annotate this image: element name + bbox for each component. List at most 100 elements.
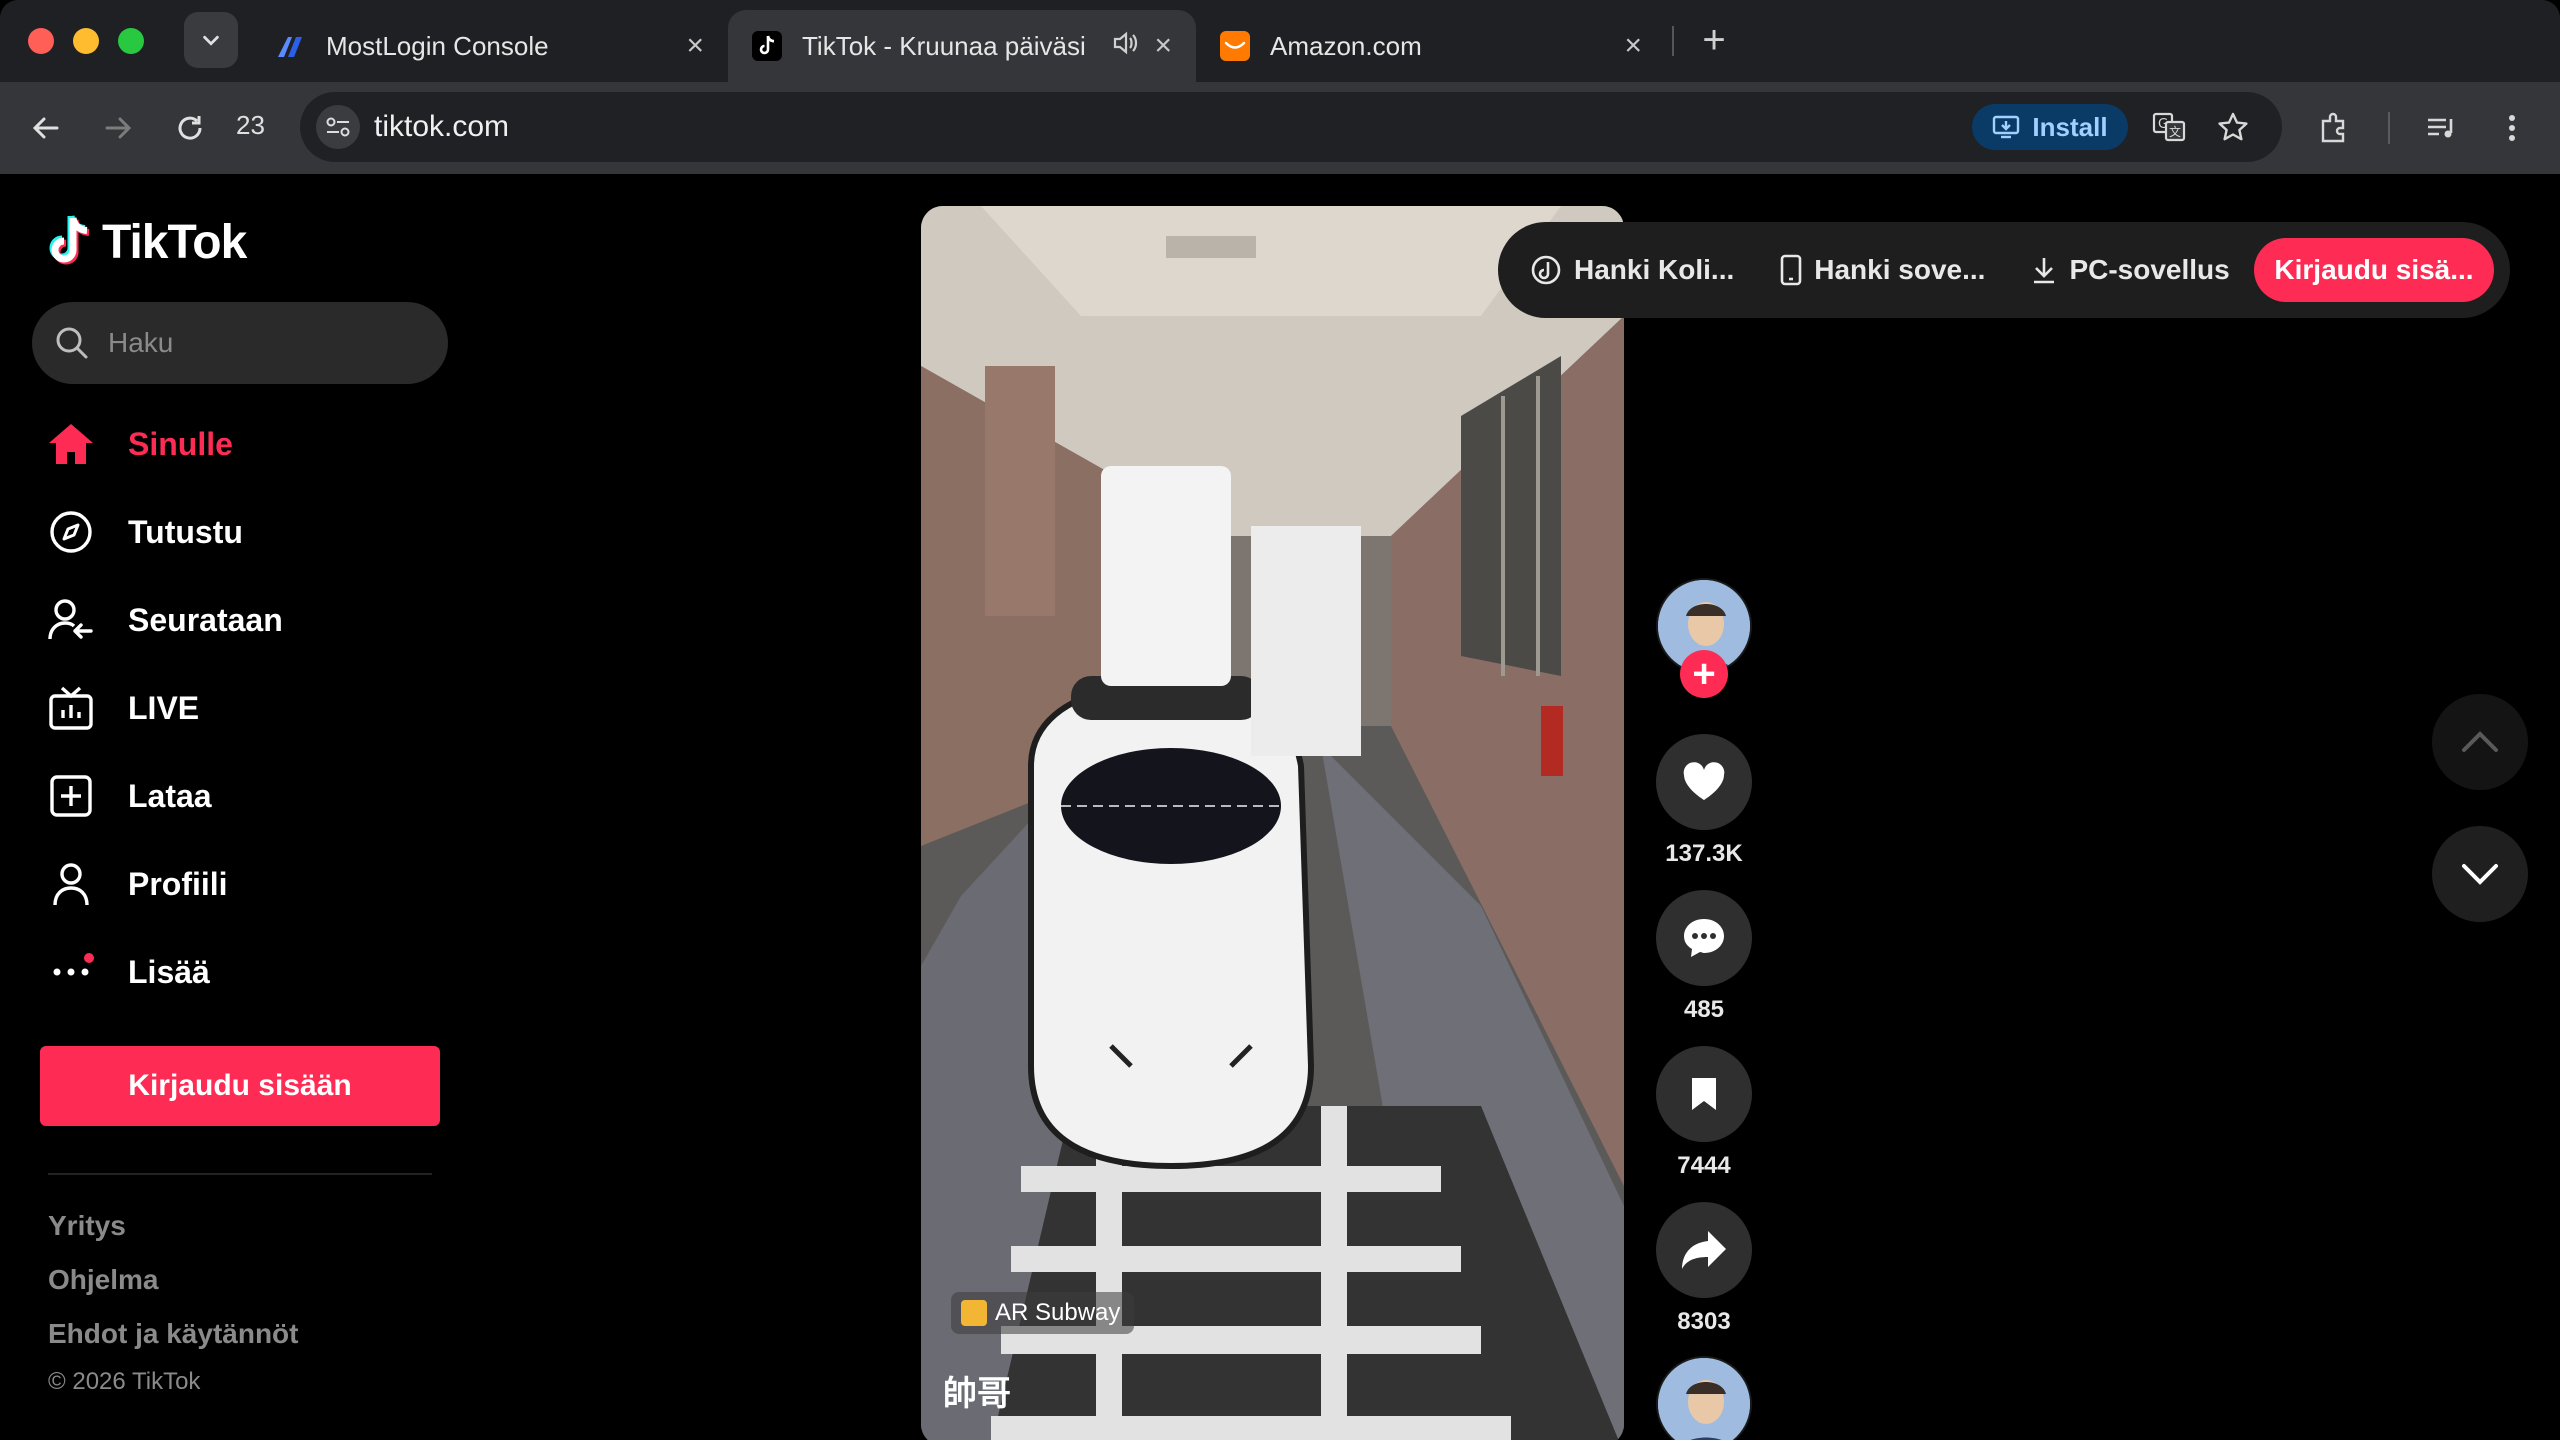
comment-icon	[1684, 919, 1724, 957]
extensions-icon[interactable]	[2310, 104, 2358, 152]
share-arrow-icon	[1682, 1231, 1726, 1269]
sidebar-nav: Sinulle Tutustu Seurataan LIVE Lataa Pro…	[44, 400, 464, 1016]
install-label: Install	[2032, 111, 2108, 142]
home-icon	[44, 417, 98, 471]
sidebar-item-label: Sinulle	[128, 425, 233, 462]
sidebar-item-label: Lisää	[128, 953, 210, 990]
sidebar-divider	[48, 1173, 432, 1175]
effect-tag[interactable]: AR Subway	[951, 1292, 1135, 1334]
translate-icon[interactable]: G文	[2148, 106, 2190, 148]
sidebar-item-label: Tutustu	[128, 513, 243, 550]
kebab-menu-icon[interactable]	[2488, 104, 2536, 152]
pc-app-label: PC-sovellus	[2069, 254, 2230, 285]
comment-button[interactable]	[1656, 890, 1752, 986]
tab-tiktok[interactable]: TikTok - Kruunaa päiväsi ×	[728, 10, 1196, 82]
sidebar-item-lisaa[interactable]: Lisää	[44, 928, 464, 1016]
sidebar-item-label: Lataa	[128, 777, 212, 814]
footer-link-ohjelma[interactable]: Ohjelma	[48, 1264, 158, 1296]
tab-count[interactable]: 23	[236, 110, 265, 141]
speaker-icon[interactable]	[1112, 30, 1140, 63]
get-app-label: Hanki sove...	[1814, 254, 1986, 285]
bookmark-star-icon[interactable]	[2212, 106, 2254, 148]
comment-count: 485	[1683, 996, 1725, 1023]
reload-button[interactable]	[164, 102, 216, 154]
close-tab-icon[interactable]: ×	[1154, 29, 1172, 63]
search-icon	[56, 327, 88, 359]
bookmark-icon	[1692, 1078, 1716, 1110]
like-count: 137.3K	[1665, 840, 1743, 867]
chevron-down-icon	[2462, 864, 2498, 885]
video-frame	[921, 206, 1624, 1440]
site-settings-icon[interactable]	[316, 105, 360, 149]
arrow-left-icon	[32, 117, 59, 139]
get-coins-link[interactable]: Hanki Koli...	[1530, 254, 1734, 286]
save-button[interactable]	[1656, 1046, 1752, 1142]
media-controls-icon[interactable]	[2418, 104, 2466, 152]
login-button[interactable]: Kirjaudu sisään	[40, 1046, 440, 1126]
close-tab-icon[interactable]: ×	[686, 29, 704, 63]
amazon-icon	[1220, 31, 1250, 61]
sidebar-item-lataa[interactable]: Lataa	[44, 752, 464, 840]
tab-search-button[interactable]	[184, 12, 238, 68]
get-app-link[interactable]: Hanki sove...	[1780, 254, 1985, 286]
close-tab-icon[interactable]: ×	[1624, 29, 1642, 63]
compass-icon	[44, 505, 98, 559]
previous-video-button[interactable]	[2432, 694, 2528, 790]
back-button[interactable]	[20, 102, 72, 154]
top-login-button[interactable]: Kirjaudu sisä...	[2254, 238, 2494, 302]
like-button[interactable]	[1656, 734, 1752, 830]
next-video-button[interactable]	[2432, 826, 2528, 922]
maximize-window-button[interactable]	[118, 28, 144, 54]
tiktok-logo-icon	[49, 215, 90, 265]
top-action-bar: Hanki Koli... Hanki sove... PC-sovellus …	[1498, 222, 2510, 318]
tiktok-icon	[752, 31, 782, 61]
upload-icon	[44, 769, 98, 823]
share-button[interactable]	[1656, 1202, 1752, 1298]
coin-icon	[1531, 255, 1561, 285]
chevron-up-icon	[2462, 731, 2498, 752]
video-caption: 帥哥	[943, 1375, 1011, 1413]
footer-link-yritys[interactable]: Yritys	[48, 1210, 126, 1242]
search-input[interactable]: Haku	[32, 302, 448, 384]
live-tv-icon	[44, 681, 98, 735]
sidebar-item-tutustu[interactable]: Tutustu	[44, 488, 464, 576]
sidebar-item-sinulle[interactable]: Sinulle	[44, 400, 464, 488]
minimize-window-button[interactable]	[73, 28, 99, 54]
logo-text: TikTok	[102, 215, 247, 269]
forward-button[interactable]	[92, 102, 144, 154]
sidebar-item-profiili[interactable]: Profiili	[44, 840, 464, 928]
tab-title: Amazon.com	[1270, 30, 1422, 61]
effect-name: AR Subway	[995, 1299, 1121, 1326]
tiktok-page: TikTok Haku Sinulle Tutustu Seurataan LI…	[0, 174, 2560, 1440]
profile-icon	[44, 857, 98, 911]
reload-icon	[178, 116, 202, 140]
search-placeholder: Haku	[108, 327, 174, 358]
new-tab-button[interactable]: +	[1690, 16, 1738, 64]
pc-app-link[interactable]: PC-sovellus	[2031, 254, 2230, 286]
phone-icon	[1780, 254, 1802, 286]
share-count: 8303	[1677, 1308, 1731, 1335]
sidebar-item-seurataan[interactable]: Seurataan	[44, 576, 464, 664]
follow-button[interactable]: +	[1680, 650, 1728, 698]
address-bar[interactable]: tiktok.com Install G文	[300, 92, 2282, 162]
tiktok-logo[interactable]: TikTok	[44, 214, 247, 270]
music-disc-avatar[interactable]	[1656, 1356, 1752, 1440]
tab-title: TikTok - Kruunaa päiväsi	[802, 30, 1086, 61]
footer-link-ehdot[interactable]: Ehdot ja käytännöt	[48, 1318, 298, 1350]
close-window-button[interactable]	[28, 28, 54, 54]
tab-title: MostLogin Console	[326, 30, 549, 61]
avatar-image	[1658, 1358, 1750, 1440]
browser-tab-bar: MostLogin Console × TikTok - Kruunaa päi…	[0, 0, 2560, 82]
tab-mostlogin[interactable]: MostLogin Console ×	[252, 10, 728, 82]
toolbar-separator	[2388, 112, 2390, 144]
chevron-down-icon	[203, 35, 219, 46]
tab-amazon[interactable]: Amazon.com ×	[1196, 10, 1666, 82]
install-monitor-icon	[1993, 115, 2020, 139]
url-text[interactable]: tiktok.com	[374, 110, 509, 144]
video-player[interactable]: AR Subway 帥哥	[921, 206, 1624, 1440]
effect-icon	[961, 1300, 987, 1326]
install-app-button[interactable]: Install	[1972, 104, 2128, 150]
sidebar-item-live[interactable]: LIVE	[44, 664, 464, 752]
download-icon	[2034, 258, 2055, 284]
notification-dot	[84, 953, 94, 963]
